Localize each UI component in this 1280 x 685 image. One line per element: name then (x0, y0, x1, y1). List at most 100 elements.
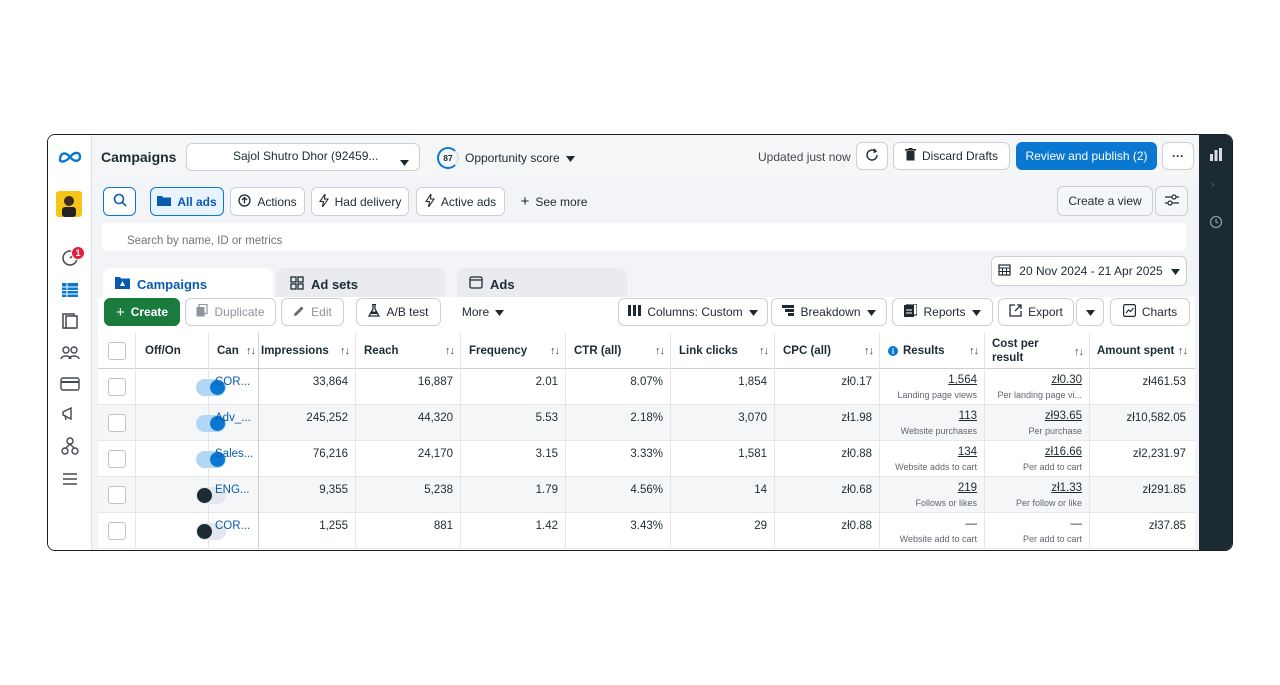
header-frequency[interactable]: Frequency ↑↓ (461, 333, 566, 369)
date-range-picker[interactable]: 20 Nov 2024 - 21 Apr 2025 (991, 256, 1187, 286)
table-row[interactable]: Sales... 76,216 24,170 3.15 3.33% 1,581 zł0.88… (98, 441, 1195, 477)
meta-logo-icon[interactable] (57, 145, 83, 169)
select-all-checkbox[interactable] (108, 342, 126, 360)
tab-campaigns[interactable]: Campaigns (103, 268, 273, 300)
edit-button[interactable]: Edit (281, 298, 344, 326)
customize-filters-button[interactable] (1155, 186, 1188, 216)
header-frequency-label: Frequency (469, 345, 528, 357)
cost-per-result-type: Per follow or like (1015, 498, 1082, 508)
account-selector[interactable]: Sajol Shutro Dhor (92459... (186, 143, 420, 171)
megaphone-icon[interactable] (57, 402, 83, 426)
review-and-publish-button[interactable]: Review and publish (2) (1016, 142, 1157, 170)
results-value[interactable]: 219 (958, 482, 977, 494)
header-cost-per-result[interactable]: Cost per result ↑↓ (985, 333, 1090, 369)
create-button[interactable]: + Create (104, 298, 180, 326)
table-row[interactable]: ENG... 9,355 5,238 1.79 4.56% 14 zł0.68 219 Foll… (98, 477, 1195, 513)
more-actions-button[interactable]: More (451, 298, 515, 326)
header-amount-spent[interactable]: Amount spent ↑↓ (1090, 333, 1195, 369)
row-checkbox[interactable] (108, 378, 126, 396)
header-campaign[interactable]: Can ↑↓ (209, 333, 259, 369)
create-label: Create (130, 305, 169, 319)
business-tools-icon[interactable] (57, 434, 83, 458)
sort-icon[interactable]: ↑↓ (445, 345, 455, 357)
campaign-name-link[interactable]: Adv_... (209, 405, 259, 441)
sort-icon[interactable]: ↑↓ (550, 345, 560, 357)
reach-cell: 16,887 (356, 369, 461, 405)
sort-icon[interactable]: ↑↓ (246, 345, 256, 357)
header-reach[interactable]: Reach ↑↓ (356, 333, 461, 369)
table-toolbar: + Create Duplicate Edit A/B test More Co… (98, 297, 1195, 333)
off-on-cell (136, 369, 226, 405)
header-link-clicks[interactable]: Link clicks ↑↓ (671, 333, 775, 369)
actions-filter[interactable]: Actions (230, 187, 305, 216)
row-checkbox[interactable] (108, 450, 126, 468)
results-value[interactable]: — (966, 518, 978, 530)
duplicate-button[interactable]: Duplicate (185, 298, 276, 326)
info-icon[interactable]: i (888, 346, 898, 356)
table-row[interactable]: COR... 33,864 16,887 2.01 8.07% 1,854 zł0.17 1,… (98, 369, 1195, 405)
refresh-button[interactable] (856, 142, 888, 170)
pages-icon[interactable] (57, 309, 83, 333)
campaign-name-link[interactable]: COR... (209, 369, 259, 405)
row-select-cell (98, 477, 136, 513)
row-checkbox[interactable] (108, 522, 126, 540)
opportunity-score[interactable]: 87 Opportunity score (437, 147, 575, 169)
export-options-button[interactable] (1076, 298, 1104, 326)
header-results[interactable]: i Results ↑↓ (880, 333, 985, 369)
cost-per-result-value[interactable]: zł1.33 (1051, 482, 1082, 494)
header-off-on[interactable]: Off/On (136, 333, 209, 369)
breakdown-button[interactable]: Breakdown (771, 298, 887, 326)
row-select-cell (98, 513, 136, 549)
tab-ads[interactable]: Ads (457, 268, 627, 300)
all-ads-filter[interactable]: All ads (150, 187, 224, 216)
charts-button[interactable]: Charts (1110, 298, 1190, 326)
ab-test-button[interactable]: A/B test (356, 298, 441, 326)
reports-button[interactable]: Reports (892, 298, 993, 326)
campaign-name-link[interactable]: COR... (209, 513, 259, 549)
cost-per-result-value[interactable]: — (1071, 518, 1083, 530)
results-value[interactable]: 113 (959, 410, 977, 422)
avatar[interactable] (56, 191, 82, 217)
more-options-button[interactable]: ··· (1162, 142, 1194, 170)
chevron-right-icon[interactable]: › (1211, 179, 1214, 190)
sort-icon[interactable]: ↑↓ (864, 345, 874, 357)
create-view-button[interactable]: Create a view (1057, 186, 1153, 216)
results-value[interactable]: 134 (958, 446, 977, 458)
row-select-cell (98, 441, 136, 477)
header-impressions[interactable]: Impressions ↑↓ (259, 333, 356, 369)
audiences-icon[interactable] (57, 340, 83, 364)
had-delivery-filter[interactable]: Had delivery (311, 187, 409, 216)
see-more-filters-button[interactable]: + See more (512, 187, 596, 216)
discard-drafts-button[interactable]: Discard Drafts (893, 142, 1010, 170)
table-row[interactable]: COR... 1,255 881 1.42 3.43% 29 zł0.88 — Website … (98, 513, 1195, 549)
header-cpc[interactable]: CPC (all) ↑↓ (775, 333, 880, 369)
sort-icon[interactable]: ↑↓ (1074, 345, 1084, 359)
cost-per-result-value[interactable]: zł93.65 (1045, 410, 1082, 422)
cost-per-result-value[interactable]: zł0.30 (1051, 374, 1082, 386)
sort-icon[interactable]: ↑↓ (340, 345, 350, 357)
active-ads-filter[interactable]: Active ads (416, 187, 505, 216)
caret-down-icon (748, 305, 758, 319)
sort-icon[interactable]: ↑↓ (969, 345, 979, 357)
campaign-name-link[interactable]: Sales... (209, 441, 259, 477)
sort-icon[interactable]: ↑↓ (655, 345, 665, 357)
table-row[interactable]: Adv_... 245,252 44,320 5.53 2.18% 3,070 zł1.98… (98, 405, 1195, 441)
cost-per-result-value[interactable]: zł16.66 (1045, 446, 1082, 458)
header-ctr[interactable]: CTR (all) ↑↓ (566, 333, 671, 369)
bar-chart-icon[interactable] (1209, 147, 1223, 164)
search-toggle-button[interactable] (103, 187, 136, 216)
columns-button[interactable]: Columns: Custom (618, 298, 768, 326)
row-checkbox[interactable] (108, 414, 126, 432)
export-button[interactable]: Export (998, 298, 1074, 326)
campaign-name-link[interactable]: ENG... (209, 477, 259, 513)
tab-ad-sets[interactable]: Ad sets (276, 268, 446, 300)
search-input[interactable] (102, 223, 1186, 251)
results-value[interactable]: 1,564 (948, 374, 977, 386)
clock-history-icon[interactable] (1209, 215, 1223, 232)
sort-icon[interactable]: ↑↓ (1178, 345, 1188, 357)
row-checkbox[interactable] (108, 486, 126, 504)
campaigns-table-icon[interactable] (57, 278, 83, 302)
billing-card-icon[interactable] (57, 372, 83, 396)
menu-hamburger-icon[interactable] (57, 467, 83, 491)
sort-icon[interactable]: ↑↓ (759, 345, 769, 357)
